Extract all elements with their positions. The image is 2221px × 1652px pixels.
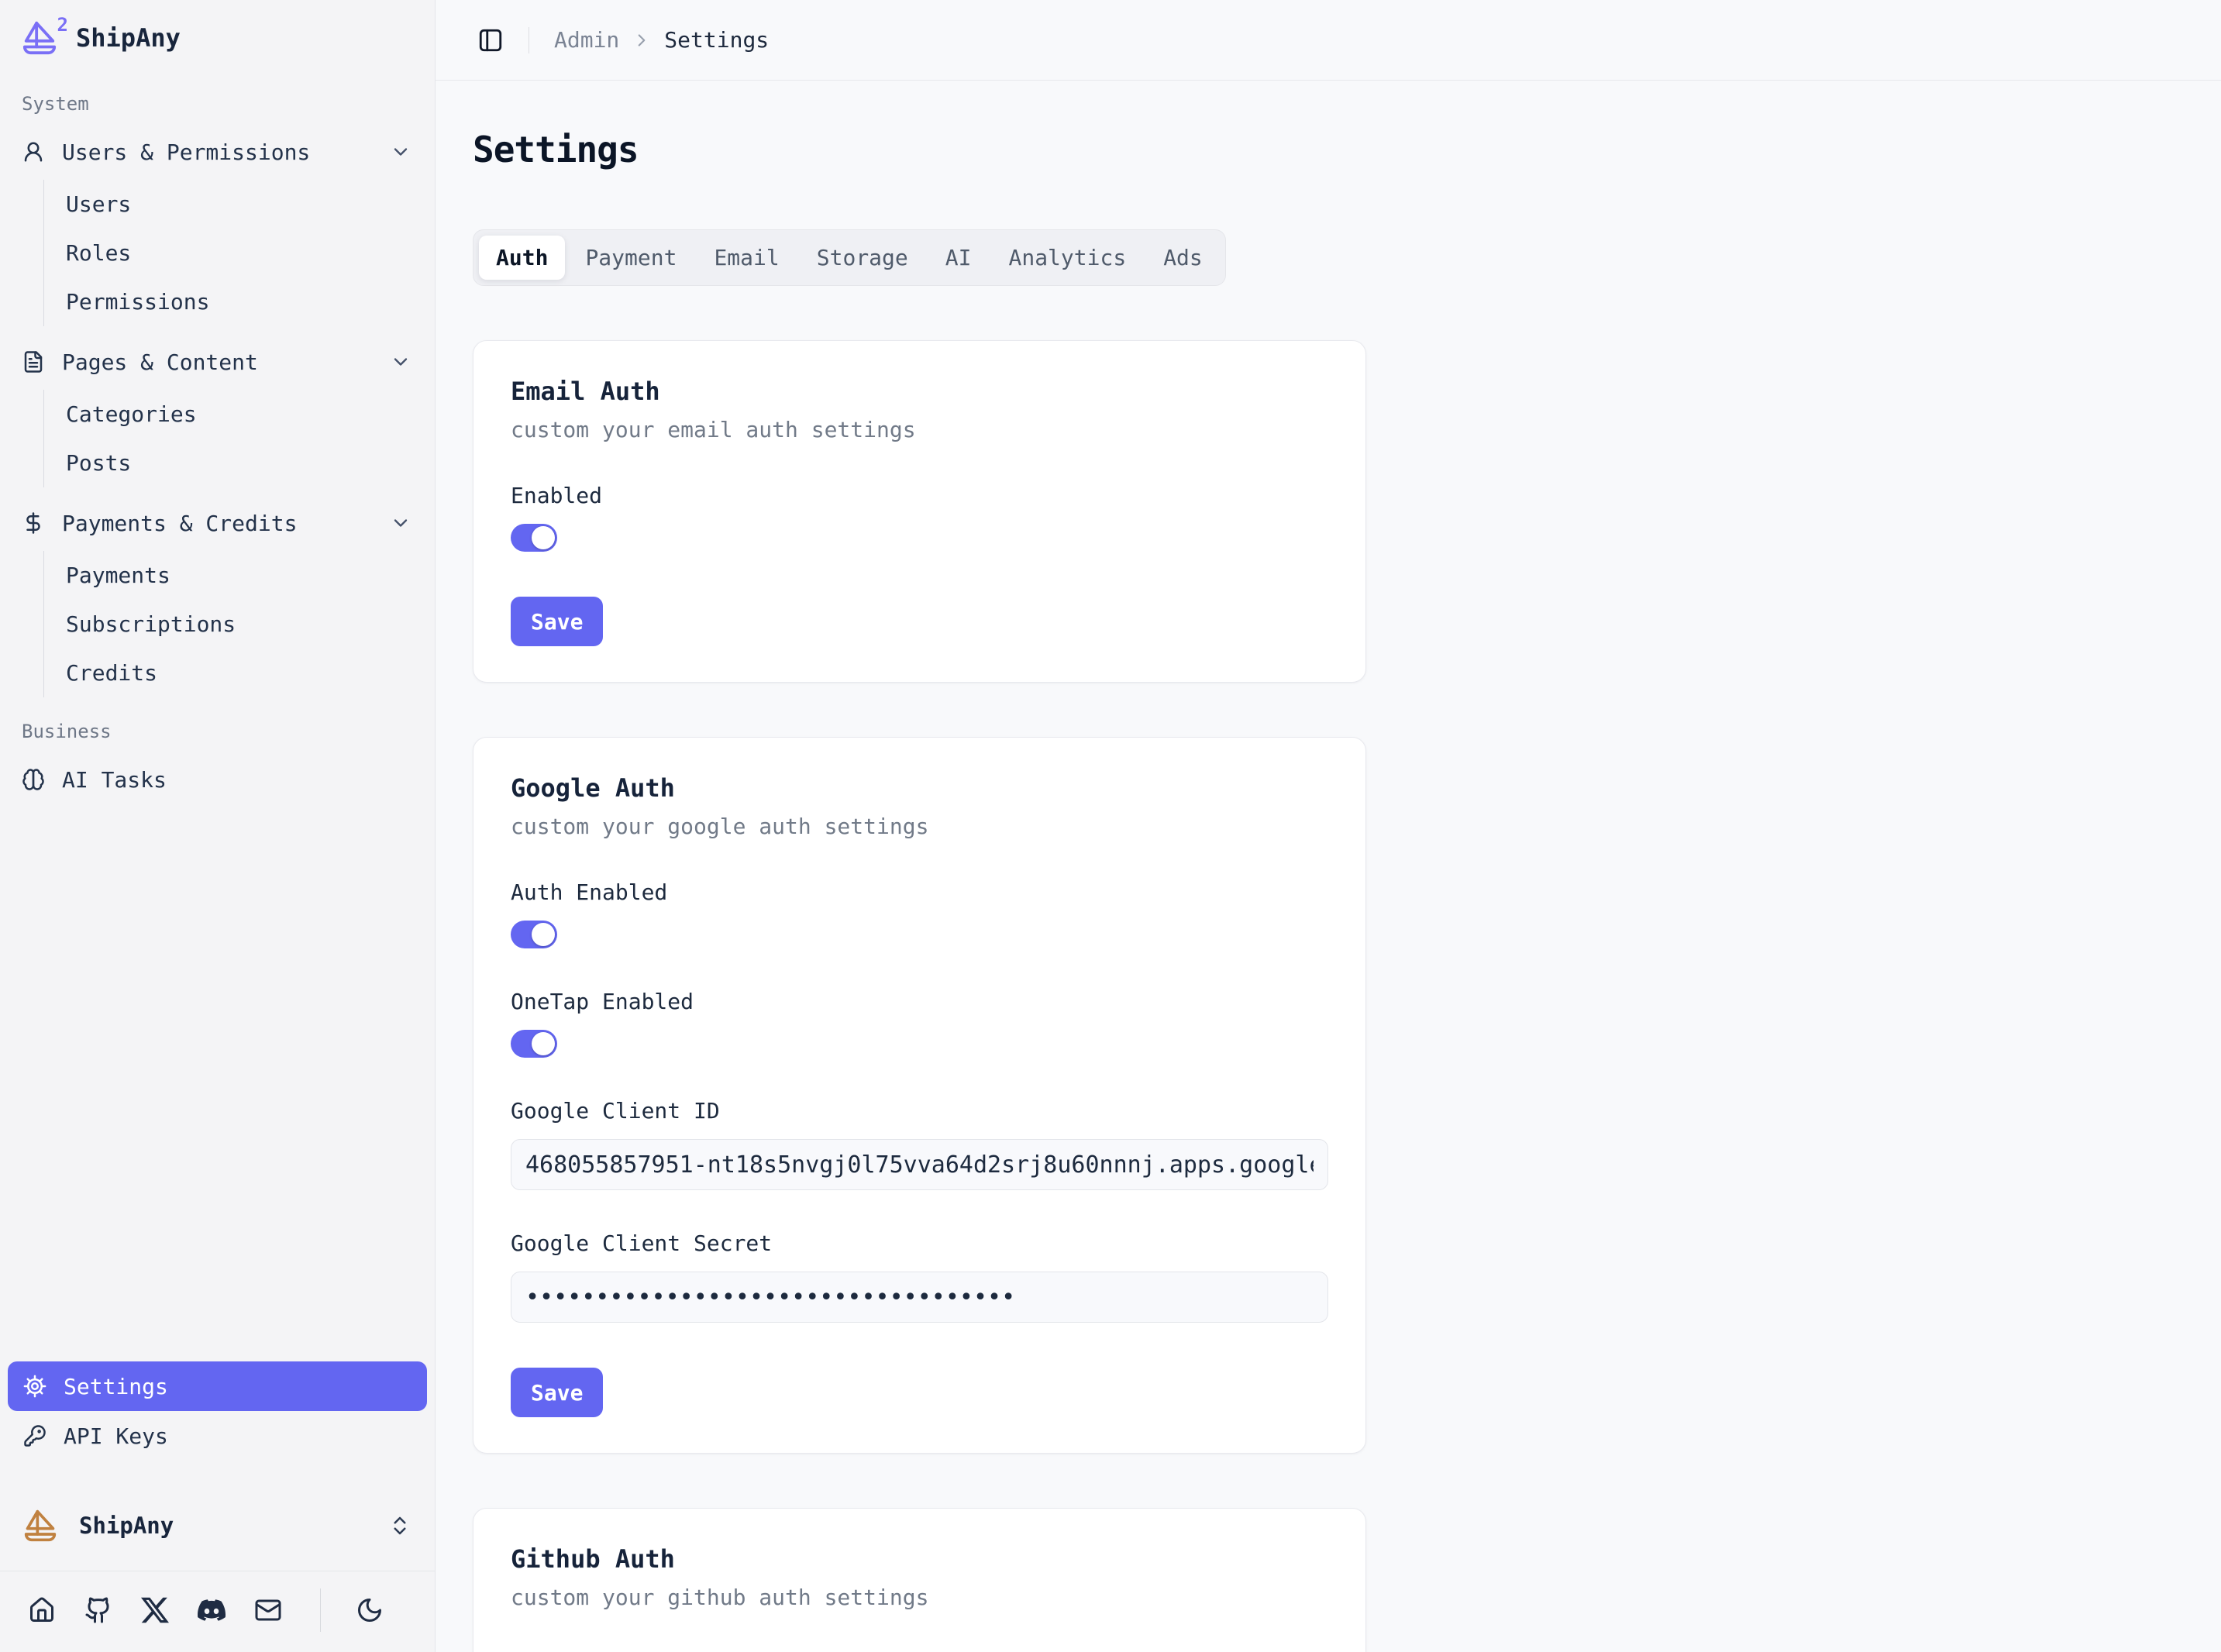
home-icon[interactable] <box>28 1596 56 1624</box>
team-name: ShipAny <box>79 1513 174 1539</box>
sidebar-spacer <box>0 804 435 1361</box>
sidebar-group-label: Pages & Content <box>62 349 373 375</box>
sidebar-group-pages-content[interactable]: Pages & Content <box>0 337 435 387</box>
x-icon[interactable] <box>141 1596 169 1624</box>
save-button[interactable]: Save <box>511 597 603 646</box>
panel-left-icon[interactable] <box>477 27 504 53</box>
sidebar: 2 ShipAny System Users & Permissions Use… <box>0 0 436 1652</box>
google-client-secret-input[interactable] <box>511 1272 1328 1323</box>
sidebar-subnav-payments: Payments Subscriptions Credits <box>43 551 435 697</box>
field-label-google-client-secret: Google Client Secret <box>511 1230 1328 1256</box>
discord-icon[interactable] <box>198 1596 226 1624</box>
breadcrumb-settings: Settings <box>664 27 769 53</box>
app-root: 2 ShipAny System Users & Permissions Use… <box>0 0 2221 1652</box>
sidebar-item-label: API Keys <box>64 1423 411 1449</box>
save-button[interactable]: Save <box>511 1368 603 1417</box>
card-subtitle: custom your google auth settings <box>511 814 1328 839</box>
tab-auth[interactable]: Auth <box>479 236 565 280</box>
google-auth-enabled-toggle[interactable] <box>511 921 557 948</box>
sidebar-item-posts[interactable]: Posts <box>44 439 435 487</box>
tab-payment[interactable]: Payment <box>568 236 694 280</box>
brain-icon <box>22 768 45 791</box>
mail-icon[interactable] <box>254 1596 282 1624</box>
github-auth-card: Github Auth custom your github auth sett… <box>473 1508 1366 1652</box>
field-label-onetap-enabled: OneTap Enabled <box>511 989 1328 1014</box>
sidebar-subnav-pages: Categories Posts <box>43 390 435 487</box>
chevron-down-icon <box>390 351 411 373</box>
sidebar-item-label: AI Tasks <box>62 767 411 793</box>
sidebar-item-roles[interactable]: Roles <box>44 229 435 277</box>
moon-icon[interactable] <box>356 1596 384 1624</box>
toggle-knob <box>532 526 555 549</box>
toggle-knob <box>532 1032 555 1055</box>
user-round-icon <box>22 140 45 163</box>
logo-superscript: 2 <box>57 14 68 36</box>
sidebar-nav: Users & Permissions Users Roles Permissi… <box>0 127 435 804</box>
sidebar-item-settings[interactable]: Settings <box>8 1361 427 1411</box>
dollar-sign-icon <box>22 511 45 535</box>
brand-name: ShipAny <box>76 23 181 53</box>
sidebar-group-label: Payments & Credits <box>62 511 373 536</box>
gear-icon <box>23 1375 46 1398</box>
brand-header[interactable]: 2 ShipAny <box>0 0 435 70</box>
social-links <box>0 1571 435 1652</box>
sidebar-item-credits[interactable]: Credits <box>44 649 435 697</box>
sidebar-group-payments-credits[interactable]: Payments & Credits <box>0 498 435 548</box>
sidebar-section-system: System <box>0 93 435 115</box>
sidebar-item-categories[interactable]: Categories <box>44 390 435 439</box>
email-auth-enabled-toggle[interactable] <box>511 524 557 552</box>
google-auth-card: Google Auth custom your google auth sett… <box>473 737 1366 1454</box>
file-text-icon <box>22 350 45 373</box>
tab-storage[interactable]: Storage <box>800 236 925 280</box>
social-divider <box>320 1588 321 1632</box>
team-switcher[interactable]: ShipAny <box>0 1492 435 1560</box>
field-label-auth-enabled: Auth Enabled <box>511 879 1328 905</box>
sidebar-bottom-menu: Settings API Keys <box>0 1361 435 1461</box>
breadcrumb-admin[interactable]: Admin <box>554 27 619 53</box>
settings-content: Settings Auth Payment Email Storage AI A… <box>436 81 2221 1652</box>
tab-ads[interactable]: Ads <box>1146 236 1220 280</box>
sidebar-item-permissions[interactable]: Permissions <box>44 277 435 326</box>
tab-analytics[interactable]: Analytics <box>991 236 1143 280</box>
sidebar-item-payments[interactable]: Payments <box>44 551 435 600</box>
chevron-down-icon <box>390 512 411 534</box>
sidebar-item-ai-tasks[interactable]: AI Tasks <box>0 755 435 804</box>
sidebar-subnav-users: Users Roles Permissions <box>43 180 435 326</box>
sidebar-section-business: Business <box>0 721 435 742</box>
sidebar-group-label: Users & Permissions <box>62 139 373 165</box>
field-label-enabled: Enabled <box>511 483 1328 508</box>
breadcrumb-header: Admin Settings <box>436 0 2221 81</box>
sidebar-item-api-keys[interactable]: API Keys <box>8 1411 427 1461</box>
field-label-google-client-id: Google Client ID <box>511 1098 1328 1124</box>
card-subtitle: custom your github auth settings <box>511 1585 1328 1610</box>
main-area: Admin Settings Settings Auth Payment Ema… <box>436 0 2221 1652</box>
sailboat-icon <box>23 1509 57 1543</box>
sailboat-logo-icon: 2 <box>22 20 57 56</box>
chevron-right-icon <box>632 30 652 50</box>
google-client-id-input[interactable] <box>511 1139 1328 1190</box>
chevrons-up-down-icon <box>388 1514 411 1537</box>
email-auth-card: Email Auth custom your email auth settin… <box>473 340 1366 683</box>
chevron-down-icon <box>390 141 411 163</box>
tab-email[interactable]: Email <box>697 236 796 280</box>
card-subtitle: custom your email auth settings <box>511 417 1328 442</box>
tab-ai[interactable]: AI <box>928 236 989 280</box>
card-title: Email Auth <box>511 377 1328 406</box>
google-onetap-enabled-toggle[interactable] <box>511 1030 557 1058</box>
key-icon <box>23 1424 46 1447</box>
toggle-knob <box>532 923 555 946</box>
settings-tabs: Auth Payment Email Storage AI Analytics … <box>473 229 1226 286</box>
card-title: Github Auth <box>511 1544 1328 1574</box>
sidebar-item-users[interactable]: Users <box>44 180 435 229</box>
sidebar-group-users-permissions[interactable]: Users & Permissions <box>0 127 435 177</box>
sidebar-item-label: Settings <box>64 1374 411 1399</box>
github-icon[interactable] <box>84 1596 112 1624</box>
page-title: Settings <box>473 129 2184 170</box>
card-title: Google Auth <box>511 773 1328 803</box>
sidebar-item-subscriptions[interactable]: Subscriptions <box>44 600 435 649</box>
